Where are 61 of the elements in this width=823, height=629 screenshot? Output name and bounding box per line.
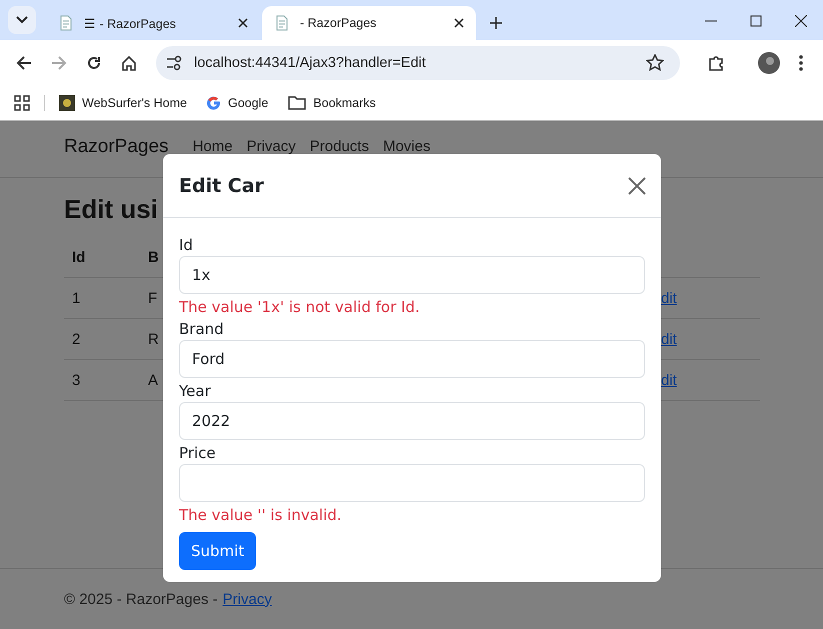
- submit-button[interactable]: Submit: [179, 532, 256, 570]
- error-message: The value '' is invalid.: [179, 506, 342, 524]
- privacy-link[interactable]: Privacy: [222, 590, 272, 608]
- tab-list-button[interactable]: [8, 6, 36, 34]
- star-icon[interactable]: [646, 54, 664, 72]
- input-field[interactable]: 1x: [179, 256, 645, 294]
- brand-link[interactable]: RazorPages: [64, 137, 169, 157]
- table-cell: 2: [72, 330, 80, 348]
- table-cell: 3: [72, 372, 80, 388]
- bookmark[interactable]: Google: [206, 96, 268, 110]
- input-field[interactable]: [179, 464, 645, 502]
- table-cell: A: [148, 372, 158, 388]
- edit-link[interactable]: dit: [661, 330, 677, 348]
- new-tab-icon[interactable]: [490, 17, 502, 29]
- address-bar[interactable]: localhost:44341/Ajax3?handler=Edit: [156, 46, 680, 80]
- page-heading: Edit usi: [64, 194, 159, 225]
- close-icon[interactable]: [238, 18, 248, 28]
- home-icon[interactable]: [121, 55, 137, 71]
- url-text: localhost:44341/Ajax3?handler=Edit: [194, 55, 427, 71]
- maximize-icon[interactable]: [750, 15, 762, 27]
- browser-tab[interactable]: - RazorPages: [262, 6, 476, 40]
- page-icon: [274, 15, 290, 31]
- close-icon[interactable]: [454, 18, 464, 28]
- bookmark-image-icon: [59, 95, 75, 111]
- apps-icon[interactable]: [14, 95, 30, 111]
- folder-icon: [288, 96, 306, 110]
- table-cell: F: [148, 290, 158, 306]
- bookmark[interactable]: WebSurfer's Home: [59, 95, 187, 111]
- page-icon: [58, 15, 74, 31]
- tab-title: ☰ - RazorPages: [84, 16, 177, 30]
- column-header: Id: [72, 248, 86, 266]
- edit-link[interactable]: dit: [661, 290, 677, 306]
- field-label: Price: [179, 444, 216, 462]
- menu-icon[interactable]: [799, 55, 803, 71]
- nav-link[interactable]: Home: [192, 139, 233, 155]
- tab-title: - RazorPages: [300, 16, 378, 30]
- back-icon[interactable]: [16, 55, 32, 71]
- nav-link[interactable]: Privacy: [246, 139, 296, 155]
- reload-icon[interactable]: [86, 55, 102, 71]
- puzzle-icon[interactable]: [707, 54, 725, 72]
- nav-link[interactable]: Movies: [382, 139, 430, 155]
- table-cell: R: [148, 330, 159, 348]
- close-icon[interactable]: [795, 15, 807, 27]
- nav-link[interactable]: Products: [310, 139, 369, 155]
- error-message: The value '1x' is not valid for Id.: [179, 298, 420, 316]
- modal-title: Edit Car: [179, 174, 264, 196]
- avatar-icon[interactable]: [758, 52, 780, 74]
- chevron-down-icon: [16, 16, 28, 24]
- field-label: Year: [179, 382, 211, 400]
- input-field[interactable]: 2022: [179, 402, 645, 440]
- edit-link[interactable]: dit: [661, 372, 677, 388]
- field-label: Id: [179, 236, 193, 254]
- input-field[interactable]: Ford: [179, 340, 645, 378]
- footer-text: © 2025 - RazorPages -: [64, 590, 218, 608]
- browser-tab[interactable]: ☰ - RazorPages: [46, 6, 260, 40]
- bookmark[interactable]: Bookmarks: [288, 96, 376, 110]
- field-label: Brand: [179, 320, 224, 338]
- g-logo-icon: [206, 96, 221, 110]
- column-header: B: [148, 248, 159, 266]
- table-cell: 1: [72, 290, 80, 306]
- site-settings-icon[interactable]: [166, 55, 184, 71]
